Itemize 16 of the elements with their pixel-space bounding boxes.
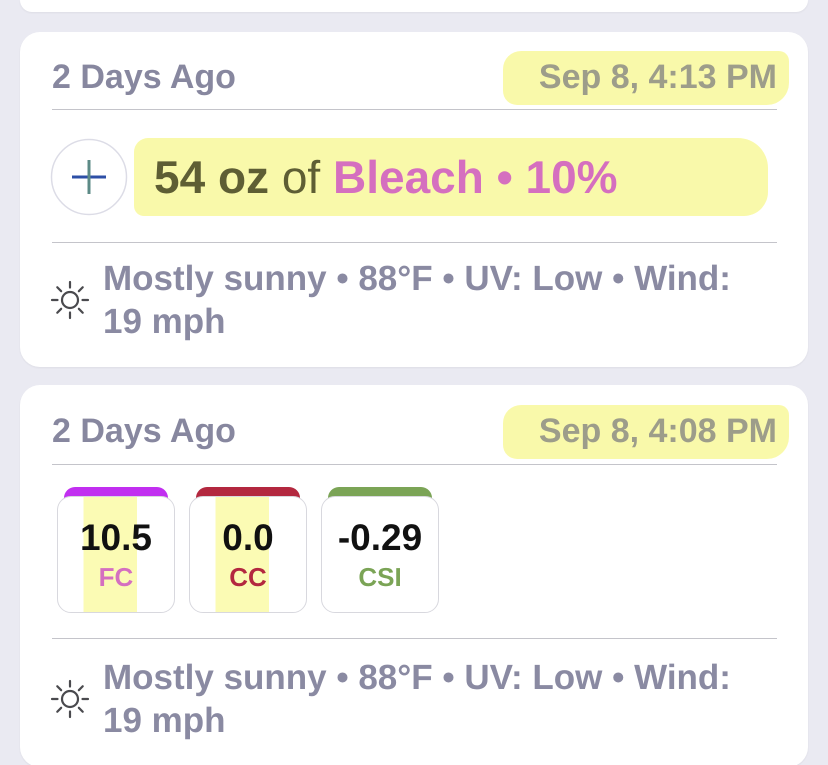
relative-time: 2 Days Ago — [52, 59, 236, 95]
timestamp: Sep 8, 4:13 PM — [502, 51, 789, 105]
relative-time: 2 Days Ago — [52, 413, 236, 449]
timestamp: Sep 8, 4:08 PM — [502, 405, 789, 459]
reading-value: 0.0 — [222, 518, 274, 558]
reading-label: CC — [229, 562, 267, 592]
plus-icon — [50, 138, 128, 216]
weather-text: Mostly sunny • 88°F • UV: Low • Wind: 19 mph — [103, 657, 732, 742]
sun-icon — [50, 679, 90, 719]
reading-value: 10.5 — [80, 518, 152, 558]
weather-text: Mostly sunny • 88°F • UV: Low • Wind: 19 mph — [103, 258, 732, 343]
reading-label: FC — [98, 562, 134, 592]
reading-label: CSI — [358, 562, 402, 592]
dose-text: 54 oz of Bleach • 10% — [134, 138, 768, 216]
reading-value: -0.29 — [338, 518, 422, 558]
sun-icon — [50, 280, 90, 320]
